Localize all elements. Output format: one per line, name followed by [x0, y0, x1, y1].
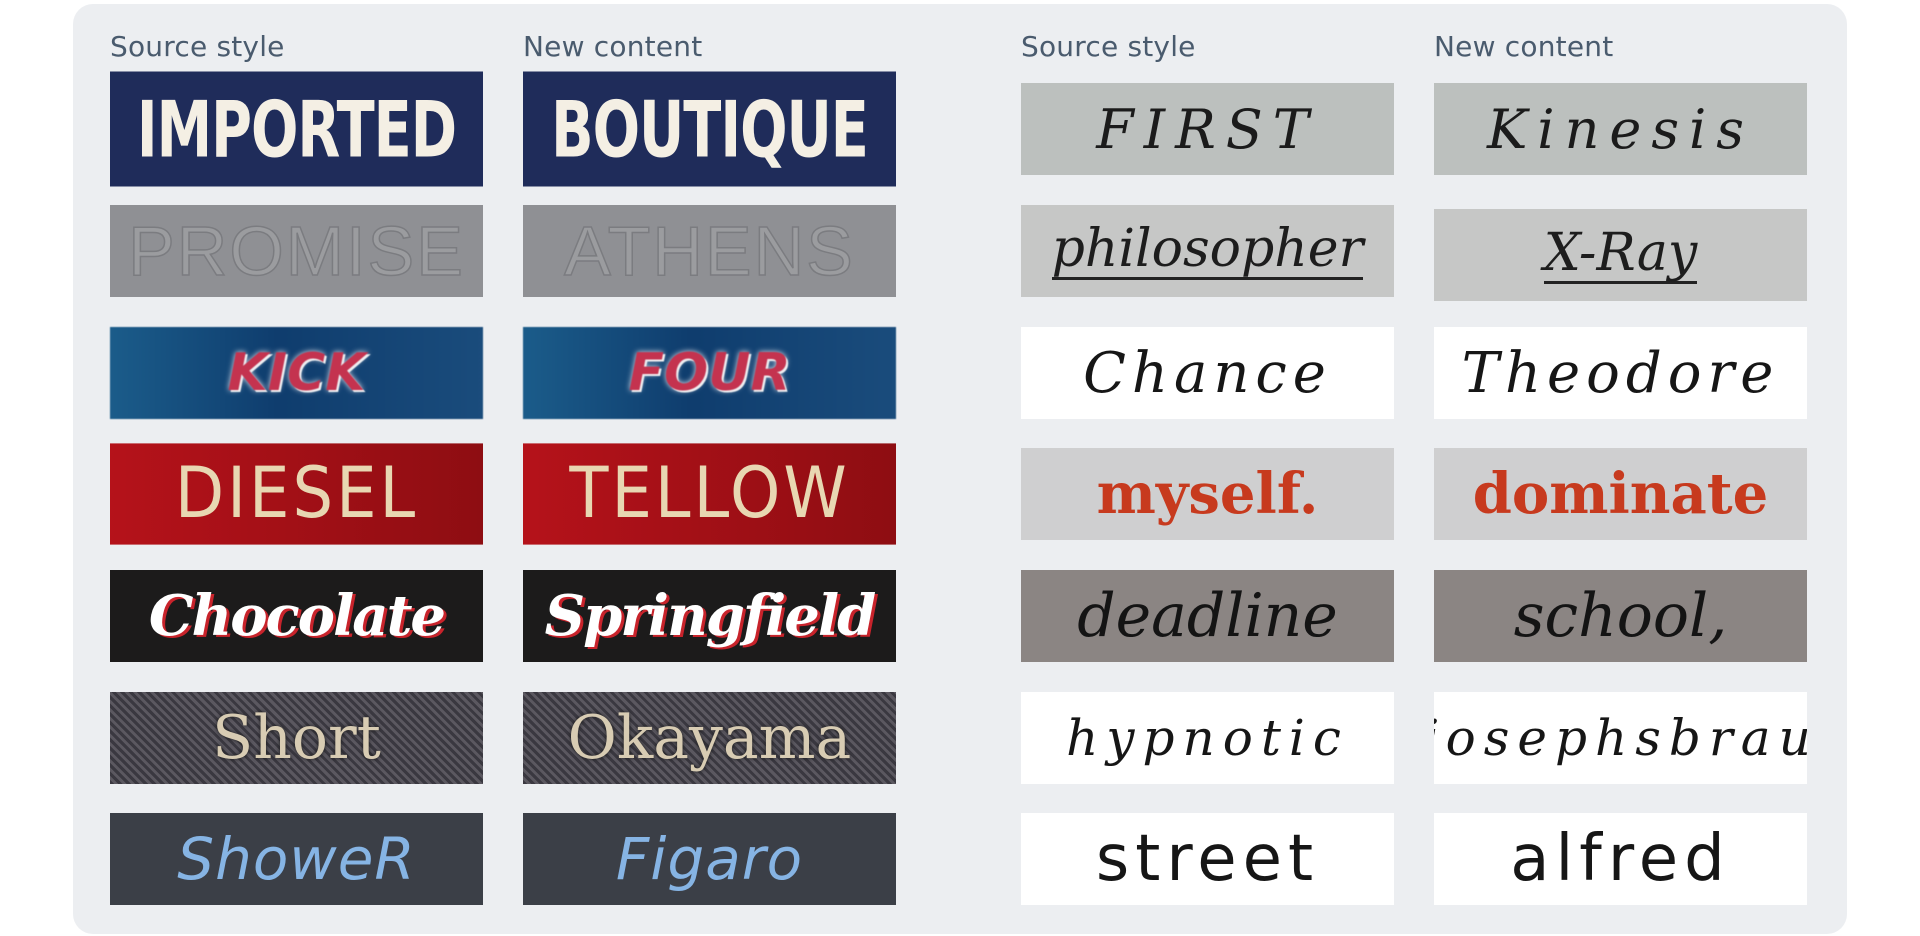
- comparison-panel: Source style New content Source style Ne…: [73, 4, 1847, 934]
- scene-new-word: Springfield: [544, 583, 877, 649]
- scene-source-word: DIESEL: [174, 453, 419, 535]
- scene-source-word: KICK: [227, 343, 366, 403]
- scene-new-word: BOUTIQUE: [551, 83, 869, 175]
- handwriting-source-tile: deadline: [1021, 570, 1394, 662]
- scene-new-word: Figaro: [615, 825, 804, 893]
- handwriting-source-tile: philosopher: [1021, 205, 1394, 297]
- scene-new-tile: TELLOW: [523, 443, 896, 545]
- scene-new-word: ATHENS: [563, 211, 855, 291]
- handwriting-source-word: street: [1095, 822, 1320, 896]
- handwriting-source-word: philosopher: [1051, 219, 1364, 280]
- handwriting-new-word: dominate: [1472, 461, 1769, 527]
- scene-source-word: IMPORTED: [136, 83, 457, 175]
- handwriting-source-word: deadline: [1077, 581, 1338, 651]
- left-source-style-header: Source style: [110, 30, 285, 63]
- scene-new-tile: BOUTIQUE: [523, 71, 896, 187]
- scene-new-tile: FOUR: [523, 327, 896, 419]
- handwriting-new-tile: josephsbrau: [1434, 692, 1807, 784]
- handwriting-source-word: FIRST: [1096, 97, 1319, 161]
- scene-source-word: Chocolate: [148, 583, 446, 649]
- handwriting-source-tile: myself.: [1021, 448, 1394, 540]
- handwriting-new-word: Kinesis: [1486, 97, 1755, 161]
- handwriting-source-tile: street: [1021, 813, 1394, 905]
- handwriting-new-word: alfred: [1510, 822, 1731, 896]
- right-source-style-header: Source style: [1021, 30, 1196, 63]
- handwriting-source-tile: Chance: [1021, 327, 1394, 419]
- scene-source-tile: PROMISE: [110, 205, 483, 297]
- handwriting-new-word: school,: [1513, 581, 1728, 651]
- handwriting-new-tile: alfred: [1434, 813, 1807, 905]
- scene-source-word: PROMISE: [127, 211, 465, 291]
- scene-source-word: ShoweR: [177, 825, 416, 893]
- scene-source-tile: KICK: [110, 327, 483, 419]
- scene-new-word: Okayama: [567, 703, 852, 773]
- scene-new-tile: ATHENS: [523, 205, 896, 297]
- handwriting-source-tile: FIRST: [1021, 83, 1394, 175]
- handwriting-new-word: X-Ray: [1543, 223, 1698, 284]
- scene-new-tile: Figaro: [523, 813, 896, 905]
- left-new-content-header: New content: [523, 30, 703, 63]
- handwriting-source-word: myself.: [1096, 461, 1319, 527]
- scene-new-tile: Okayama: [523, 692, 896, 784]
- handwriting-new-tile: dominate: [1434, 448, 1807, 540]
- handwriting-new-tile: Theodore: [1434, 327, 1807, 419]
- scene-new-word: FOUR: [628, 343, 791, 403]
- scene-source-tile: Chocolate: [110, 570, 483, 662]
- scene-source-tile: ShoweR: [110, 813, 483, 905]
- handwriting-new-tile: X-Ray: [1434, 209, 1807, 301]
- handwriting-new-word: josephsbrau: [1434, 709, 1807, 767]
- right-new-content-header: New content: [1434, 30, 1614, 63]
- scene-source-word: Short: [212, 703, 381, 773]
- scene-source-tile: DIESEL: [110, 443, 483, 545]
- handwriting-new-tile: Kinesis: [1434, 83, 1807, 175]
- scene-source-tile: IMPORTED: [110, 71, 483, 187]
- handwriting-source-word: hypnotic: [1066, 709, 1349, 767]
- scene-source-tile: Short: [110, 692, 483, 784]
- handwriting-source-tile: hypnotic: [1021, 692, 1394, 784]
- scene-new-tile: Springfield: [523, 570, 896, 662]
- handwriting-new-tile: school,: [1434, 570, 1807, 662]
- handwriting-source-word: Chance: [1083, 340, 1332, 406]
- handwriting-new-word: Theodore: [1461, 340, 1780, 406]
- scene-new-word: TELLOW: [569, 453, 850, 535]
